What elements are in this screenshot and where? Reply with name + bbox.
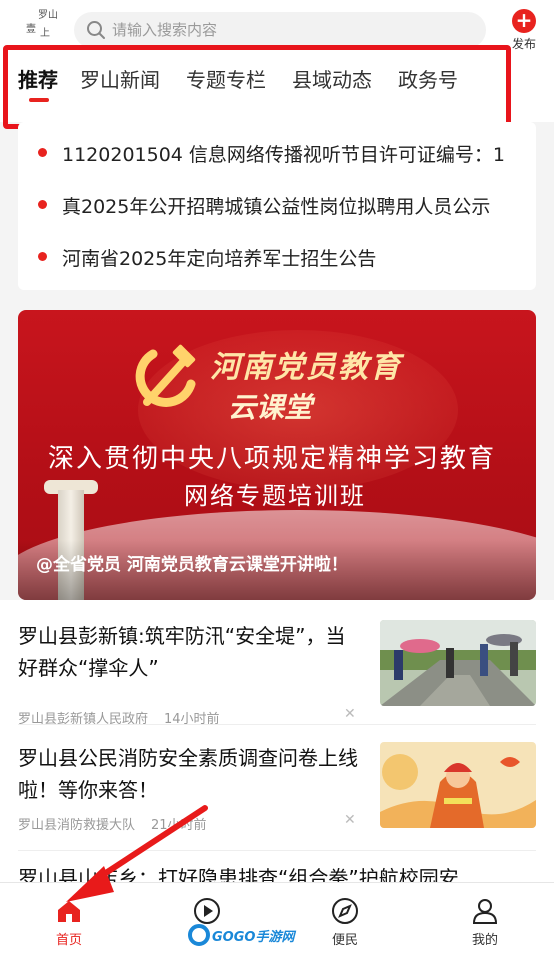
banner-subline: 网络专题培训班 xyxy=(184,482,366,510)
banner-title-line2: 云课堂 xyxy=(228,391,313,424)
nav-home[interactable]: 首页 xyxy=(14,883,124,961)
app-screen: 罗山 壹 上 + 发布 推荐 罗山新闻 专题专栏 县域动态 政务号 112020… xyxy=(0,0,554,961)
user-icon xyxy=(472,899,498,924)
nav-video[interactable] xyxy=(152,883,262,961)
divider xyxy=(18,850,536,851)
notice-list: 1120201504 信息网络传播视听节目许可证编号：1 真2025年公开招聘城… xyxy=(18,122,536,290)
tabs-highlight-box xyxy=(3,45,511,129)
bullet-dot xyxy=(38,148,47,157)
play-icon xyxy=(194,898,220,924)
home-icon xyxy=(58,901,80,922)
search-bar[interactable] xyxy=(74,12,486,48)
news-thumbnail xyxy=(380,620,536,706)
flood-prevention-photo xyxy=(380,620,536,706)
watermark-text: GOGO手游网 xyxy=(212,930,295,945)
search-input[interactable] xyxy=(112,12,472,48)
news-meta: 罗山县消防救援大队 21小时前 xyxy=(18,814,207,833)
logo-text-2: 壹 xyxy=(26,24,36,35)
dismiss-icon[interactable]: ✕ xyxy=(344,812,356,828)
bullet-dot xyxy=(38,200,47,209)
notice-item[interactable]: 1120201504 信息网络传播视听节目许可证编号：1 xyxy=(18,134,536,174)
notice-text: 河南省2025年定向培养军士招生公告 xyxy=(62,248,377,270)
compass-icon xyxy=(332,898,358,924)
banner-headline: 深入贯彻中央八项规定精神学习教育 xyxy=(48,444,497,474)
banner-caption: @全省党员 河南党员教育云课堂开讲啦！ xyxy=(36,555,348,575)
logo-text-3: 上 xyxy=(40,28,50,39)
divider xyxy=(18,724,536,725)
nav-services-label: 便民 xyxy=(331,933,358,948)
nav-services[interactable]: 便民 xyxy=(290,883,400,961)
plus-icon: + xyxy=(512,9,536,33)
logo-text-1: 罗山 xyxy=(38,10,58,21)
news-thumbnail xyxy=(380,742,536,828)
news-time: 21小时前 xyxy=(151,818,207,833)
notice-item[interactable]: 真2025年公开招聘城镇公益性岗位拟聘用人员公示 xyxy=(18,186,536,226)
search-icon xyxy=(87,21,105,39)
carousel-indicators xyxy=(434,590,524,600)
news-source: 罗山县消防救援大队 xyxy=(18,818,136,833)
bottom-nav: 首页 便民 我的 xyxy=(0,882,554,961)
nav-home-label: 首页 xyxy=(55,933,82,948)
notice-text: 1120201504 信息网络传播视听节目许可证编号：1 xyxy=(62,144,506,166)
notice-text: 真2025年公开招聘城镇公益性岗位拟聘用人员公示 xyxy=(62,196,491,218)
news-feed: 罗山县彭新镇:筑牢防汛“安全堤”，当好群众“撑伞人” 罗山县彭新镇人民政府 14小… xyxy=(0,600,554,882)
dismiss-icon[interactable]: ✕ xyxy=(344,706,356,722)
nav-me[interactable]: 我的 xyxy=(430,883,540,961)
nav-me-label: 我的 xyxy=(471,933,498,948)
banner-title-line1: 河南党员教育 xyxy=(210,350,402,385)
news-title: 罗山县公民消防安全素质调查问卷上线啦！等你来答！ xyxy=(18,746,358,802)
app-logo[interactable]: 罗山 壹 上 xyxy=(18,6,64,50)
firefighter-illustration xyxy=(380,742,536,828)
news-title: 罗山县山店乡：打好隐患排查“组合拳”护航校园安 xyxy=(18,866,459,882)
banner-carousel[interactable]: 河南党员教育 云课堂 深入贯彻中央八项规定精神学习教育 网络专题培训班 @全省党… xyxy=(18,310,536,600)
bullet-dot xyxy=(38,252,47,261)
news-title: 罗山县彭新镇:筑牢防汛“安全堤”，当好群众“撑伞人” xyxy=(18,624,346,680)
hammer-sickle-icon xyxy=(135,344,196,407)
watermark-logo xyxy=(188,924,210,946)
notice-item[interactable]: 河南省2025年定向培养军士招生公告 xyxy=(18,238,536,278)
